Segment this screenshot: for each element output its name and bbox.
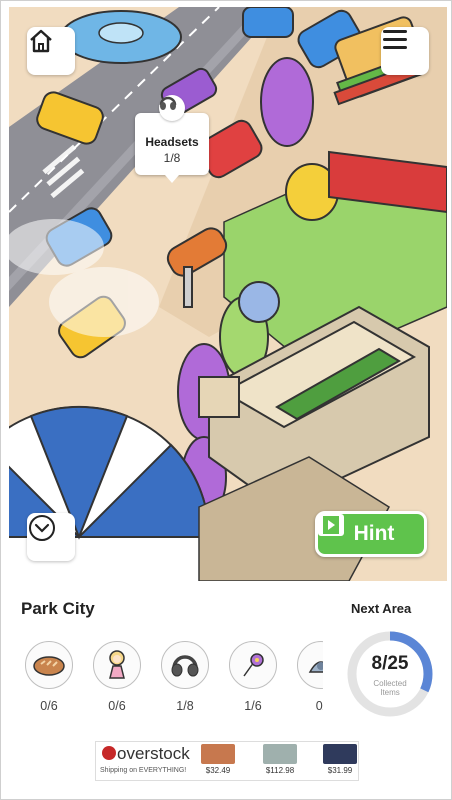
ad-product[interactable]: $31.99 (322, 744, 358, 775)
ad-product[interactable]: $112.98 (262, 744, 298, 775)
game-scene[interactable]: Headsets 1/8 Hint (9, 7, 447, 581)
collection-panel: Park City Next Area 0/6 0/6 1/8 1/6 0 8/… (9, 581, 447, 733)
hint-button[interactable]: Hint (315, 511, 427, 557)
collapse-button[interactable] (27, 513, 75, 561)
item-count: 0/6 (40, 699, 58, 713)
found-item-tooltip: Headsets 1/8 (135, 95, 209, 183)
city-illustration (9, 7, 447, 581)
area-name: Park City (21, 599, 95, 618)
bread-icon (25, 641, 73, 689)
collected-label-line1: Collected (373, 679, 407, 688)
item-count: 0/6 (108, 699, 126, 713)
tooltip-count: 1/8 (163, 151, 181, 165)
collected-label: Collected Items (345, 679, 435, 697)
ad-product-price: $112.98 (265, 766, 295, 775)
item-girl[interactable]: 0/6 (91, 641, 143, 713)
item-headsets[interactable]: 1/8 (159, 641, 211, 713)
ad-product-image (323, 744, 357, 764)
ad-product-price: $32.49 (205, 766, 231, 775)
collected-label-line2: Items (380, 688, 400, 697)
item-list: 0/6 0/6 1/8 1/6 0 (9, 641, 323, 721)
ad-product-price: $31.99 (327, 766, 353, 775)
game-frame: Headsets 1/8 Hint Park City Next Area 0/… (0, 0, 452, 800)
item-shell[interactable]: 0/ (295, 641, 323, 713)
item-flower[interactable]: 1/6 (227, 641, 279, 713)
tooltip-title: Headsets (145, 135, 199, 149)
item-count: 1/6 (244, 699, 262, 713)
ad-banner[interactable]: overstock Shipping on EVERYTHING! $32.49… (95, 741, 359, 781)
item-bread[interactable]: 0/6 (23, 641, 75, 713)
shell-icon (297, 641, 323, 689)
ad-product-image (263, 744, 297, 764)
ad-product-image (201, 744, 235, 764)
menu-button[interactable] (381, 27, 429, 75)
collected-count: 8/25 (371, 653, 409, 674)
home-button[interactable] (27, 27, 75, 75)
next-area-label: Next Area (351, 601, 412, 616)
item-count: 1/8 (176, 699, 194, 713)
ad-product[interactable]: $32.49 (200, 744, 236, 775)
girl-icon (93, 641, 141, 689)
ad-logo-icon (102, 746, 116, 760)
headset-icon (159, 95, 185, 121)
headset-icon (161, 641, 209, 689)
ad-brand-name: overstock (117, 744, 190, 763)
area-progress-ring: 8/25 Collected Items (345, 629, 435, 719)
hint-label: Hint (353, 522, 395, 545)
flower-icon (229, 641, 277, 689)
ad-tagline: Shipping on EVERYTHING! (100, 767, 187, 774)
ad-brand: overstock (102, 744, 190, 764)
item-count: 0/ (315, 699, 323, 713)
